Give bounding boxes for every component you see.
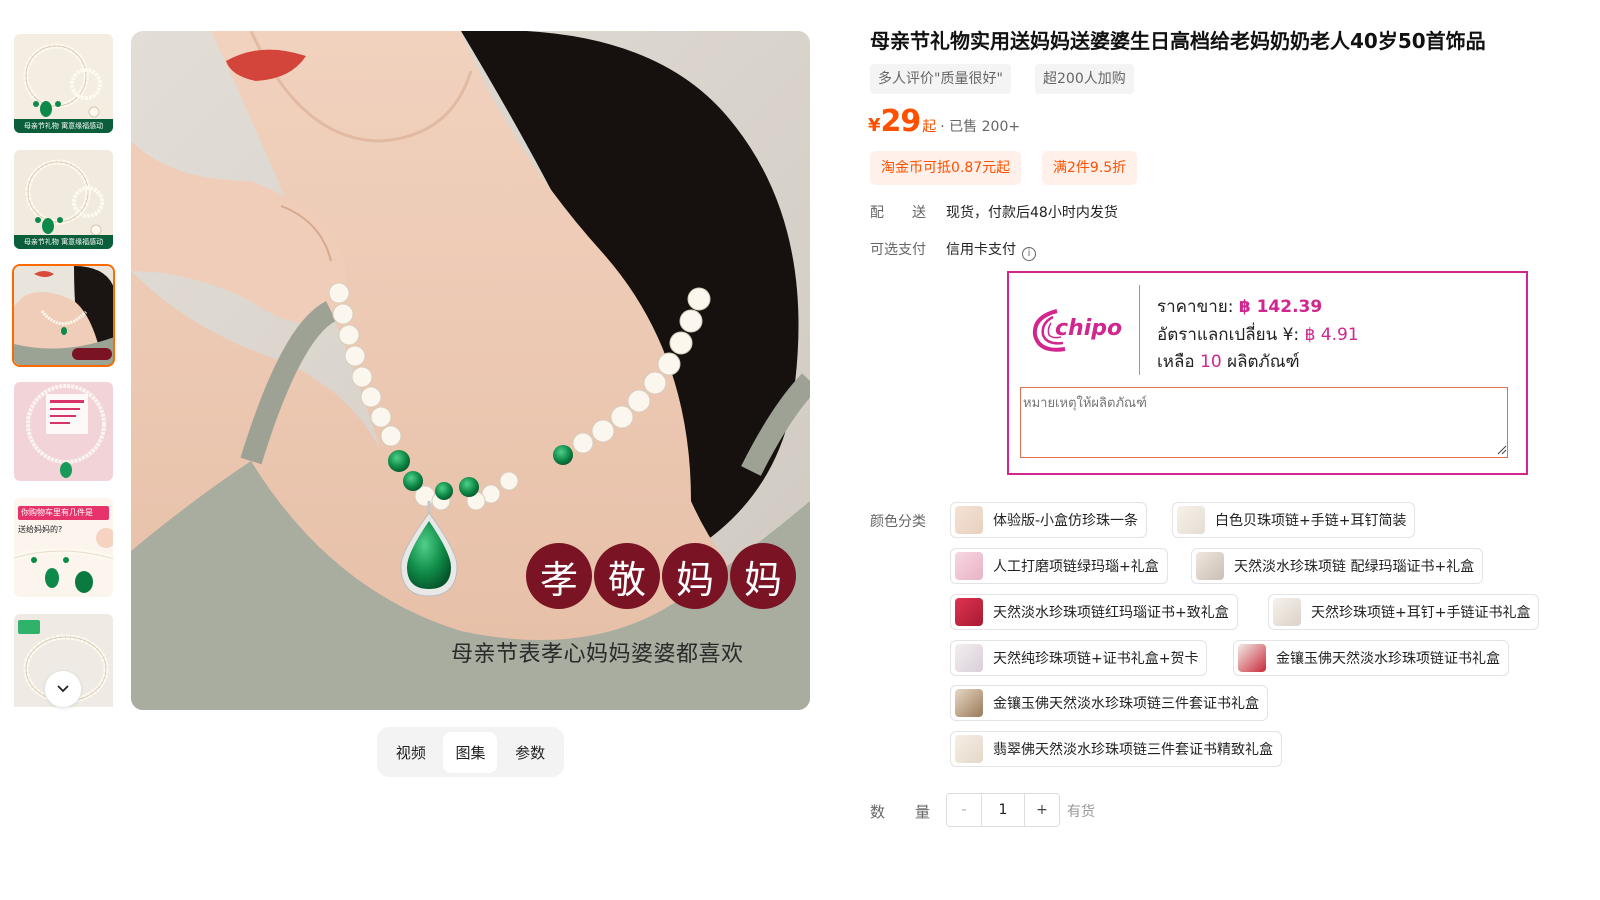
chipo-logo-text: chipo	[1055, 316, 1122, 341]
sku-option[interactable]: 人工打磨项链绿玛瑙+礼盒	[950, 548, 1168, 584]
price-amount: 29	[880, 104, 922, 139]
sku-option[interactable]: 金镶玉佛天然淡水珍珠项链证书礼盒	[1233, 640, 1509, 676]
discount-promo-badge[interactable]: 满2件9.5折	[1042, 151, 1138, 185]
quantity-label: 数 量	[870, 803, 931, 821]
image-overlay-title: 孝 敬 妈 妈	[526, 543, 798, 609]
sku-option[interactable]: 翡翠佛天然淡水珍珠项链三件套证书精致礼盒	[950, 731, 1282, 767]
shipping-label: 配 送	[870, 205, 926, 221]
sku-swatch	[1177, 506, 1205, 534]
sku-option[interactable]: 天然淡水珍珠项链红玛瑙证书+致礼盒	[950, 594, 1238, 630]
sku-option-label: 天然淡水珍珠项链 配绿玛瑙证书+礼盒	[1234, 559, 1475, 575]
price-row: ¥ 29 起 · 已售 200+	[868, 104, 1020, 139]
sku-swatch	[1273, 598, 1301, 626]
thumbnail-list: 母亲节礼物 寓意缘福感动 母亲节礼物 寓意缘福感动 你购物车里有几件是 送给妈妈…	[12, 32, 115, 707]
sku-swatch	[1238, 644, 1266, 672]
thumbnail-5[interactable]: 你购物车里有几件是 送给妈妈的?	[12, 496, 115, 599]
product-note-textarea[interactable]	[1020, 387, 1508, 458]
quantity-input[interactable]: 1	[981, 794, 1025, 826]
chipo-panel: chipo ราคาขาย: ฿ 142.39 อัตราแลกเปลี่ยน …	[1007, 271, 1528, 475]
chipo-remain-suffix: ผลิตภัณฑ์	[1227, 352, 1300, 372]
sku-option[interactable]: 天然珍珠项链+耳钉+手链证书礼盒	[1268, 594, 1540, 630]
sku-swatch	[1196, 552, 1224, 580]
thumbnail-promo-caption: 你购物车里有几件是	[18, 506, 109, 520]
overlay-char: 孝	[526, 543, 592, 609]
sku-option[interactable]: 天然纯珍珠项链+证书礼盒+贺卡	[950, 640, 1208, 676]
chevron-down-icon	[57, 685, 69, 693]
chipo-divider	[1139, 285, 1140, 375]
quantity-increase-button[interactable]: +	[1025, 794, 1059, 826]
cart-tag: 超200人加购	[1035, 64, 1134, 94]
shipping-value: 现货，付款后48小时内发货	[946, 205, 1118, 221]
sku-swatch	[955, 506, 983, 534]
thumbnail-1[interactable]: 母亲节礼物 寓意缘福感动	[12, 32, 115, 135]
tab-gallery[interactable]: 图集	[443, 731, 498, 773]
sku-option[interactable]: 金镶玉佛天然淡水珍珠项链三件套证书礼盒	[950, 685, 1268, 721]
chipo-remain-line: เหลือ 10 ผลิตภัณฑ์	[1157, 348, 1300, 375]
chipo-remain-count: 10	[1200, 352, 1222, 372]
main-product-image[interactable]: 孝 敬 妈 妈 母亲节表孝心妈妈婆婆都喜欢	[131, 31, 810, 710]
chipo-price-value: ฿ 142.39	[1238, 297, 1323, 317]
sku-option-label: 天然纯珍珠项链+证书礼盒+贺卡	[993, 651, 1199, 667]
stock-status: 有货	[1067, 804, 1095, 820]
tab-video[interactable]: 视频	[384, 732, 438, 773]
sku-option[interactable]: 白色贝珠项链+手链+耳钉简装	[1172, 502, 1416, 538]
sold-count: · 已售 200+	[940, 119, 1021, 135]
chipo-rate-label: อัตราแลกเปลี่ยน ¥:	[1157, 325, 1300, 345]
sku-option[interactable]: 天然淡水珍珠项链 配绿玛瑙证书+礼盒	[1191, 548, 1484, 584]
review-tag: 多人评价"质量很好"	[870, 64, 1011, 94]
thumbnail-promo-subcaption: 送给妈妈的?	[18, 525, 63, 534]
sku-option-label: 天然珍珠项链+耳钉+手链证书礼盒	[1311, 605, 1531, 621]
chipo-price-line: ราคาขาย: ฿ 142.39	[1157, 293, 1322, 320]
sku-swatch	[955, 598, 983, 626]
thumbnail-3-selected[interactable]	[12, 264, 115, 367]
sku-swatch	[955, 552, 983, 580]
thumbnail-caption: 母亲节礼物 寓意缘福感动	[14, 235, 113, 249]
sku-option-label: 人工打磨项链绿玛瑙+礼盒	[993, 559, 1159, 575]
sku-option-label: 金镶玉佛天然淡水珍珠项链证书礼盒	[1276, 651, 1500, 667]
image-overlay-caption: 母亲节表孝心妈妈婆婆都喜欢	[451, 642, 744, 667]
info-icon[interactable]: i	[1022, 247, 1036, 261]
currency-symbol: ¥	[868, 115, 881, 136]
sku-option-label: 天然淡水珍珠项链红玛瑙证书+致礼盒	[993, 605, 1229, 621]
chipo-remain-prefix: เหลือ	[1157, 352, 1195, 372]
quantity-stepper: - 1 +	[946, 793, 1060, 827]
sku-option-label: 白色贝珠项链+手链+耳钉简装	[1215, 513, 1407, 529]
sku-option[interactable]: 体验版-小盒仿珍珠一条	[950, 502, 1148, 538]
sku-swatch	[955, 689, 983, 717]
chipo-rate-value: ฿ 4.91	[1304, 325, 1359, 345]
tab-params[interactable]: 参数	[503, 732, 557, 773]
thumbnail-scroll-down-button[interactable]	[44, 670, 82, 708]
coin-promo-badge[interactable]: 淘金币可抵0.87元起	[870, 151, 1022, 185]
thumbnail-image	[14, 266, 113, 365]
chipo-logo: chipo	[1032, 309, 1122, 352]
sku-option-label: 体验版-小盒仿珍珠一条	[993, 513, 1139, 529]
overlay-char: 敬	[594, 543, 660, 609]
thumbnail-image	[14, 382, 113, 481]
chipo-rate-line: อัตราแลกเปลี่ยน ¥: ฿ 4.91	[1157, 321, 1359, 348]
chipo-price-label: ราคาขาย:	[1157, 297, 1234, 317]
product-title: 母亲节礼物实用送妈妈送婆婆生日高档给老妈奶奶老人40岁50首饰品	[870, 29, 1486, 53]
overlay-char: 妈	[730, 543, 796, 609]
payment-label: 可选支付	[870, 242, 926, 258]
thumbnail-2[interactable]: 母亲节礼物 寓意缘福感动	[12, 148, 115, 251]
payment-value: 信用卡支付 i	[946, 239, 1036, 261]
resize-handle-icon[interactable]	[1497, 445, 1507, 455]
product-page: 母亲节礼物 寓意缘福感动 母亲节礼物 寓意缘福感动 你购物车里有几件是 送给妈妈…	[0, 0, 1600, 900]
payment-method: 信用卡支付	[946, 242, 1016, 258]
sku-option-label: 翡翠佛天然淡水珍珠项链三件套证书精致礼盒	[993, 742, 1273, 758]
quantity-decrease-button[interactable]: -	[947, 794, 981, 826]
sku-option-label: 金镶玉佛天然淡水珍珠项链三件套证书礼盒	[993, 696, 1259, 712]
sku-swatch	[955, 735, 983, 763]
sku-label: 颜色分类	[870, 514, 926, 530]
price-suffix: 起	[922, 119, 937, 135]
overlay-char: 妈	[662, 543, 728, 609]
sku-swatch	[955, 644, 983, 672]
media-tabs: 视频 图集 参数	[377, 727, 564, 777]
thumbnail-caption: 母亲节礼物 寓意缘福感动	[14, 119, 113, 133]
thumbnail-4[interactable]	[12, 380, 115, 483]
